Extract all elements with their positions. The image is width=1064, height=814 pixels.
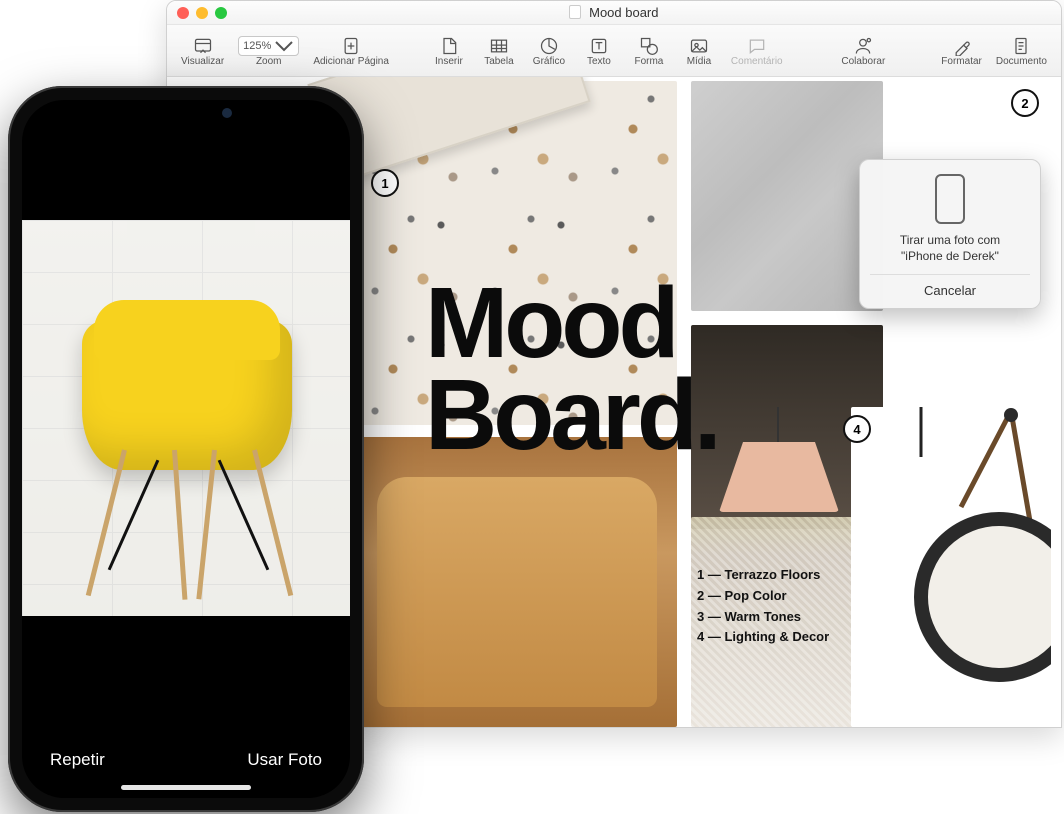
window-controls — [167, 7, 227, 19]
minimize-window-button[interactable] — [196, 7, 208, 19]
phone-icon — [935, 174, 965, 224]
retake-button[interactable]: Repetir — [50, 750, 105, 770]
camera-action-bar: Repetir Usar Foto — [22, 750, 350, 770]
add-page-button[interactable]: Adicionar Página — [307, 32, 395, 69]
text-button[interactable]: Texto — [575, 32, 623, 69]
image-mirror-lamp[interactable] — [851, 407, 1051, 727]
add-page-label: Adicionar Página — [313, 56, 389, 67]
chart-label: Gráfico — [533, 56, 565, 67]
zoom-control[interactable]: 125% Zoom — [232, 32, 305, 69]
media-button[interactable]: Mídia — [675, 32, 723, 69]
comment-icon — [747, 36, 767, 56]
image-concrete[interactable] — [691, 81, 883, 311]
media-label: Mídia — [687, 56, 711, 67]
document-label: Documento — [996, 56, 1047, 67]
collaborate-button[interactable]: Colaborar — [835, 32, 891, 69]
titlebar: Mood board — [167, 1, 1061, 25]
text-label: Texto — [587, 56, 611, 67]
insert-label: Inserir — [435, 56, 463, 67]
document-button[interactable]: Documento — [990, 32, 1053, 69]
table-button[interactable]: Tabela — [475, 32, 523, 69]
zoom-value: 125% — [243, 40, 271, 52]
format-button[interactable]: Formatar — [935, 32, 988, 69]
legend-item: 2 — Pop Color — [697, 586, 829, 607]
document-icon — [569, 5, 581, 19]
toolbar: Visualizar 125% Zoom Adicionar Página In… — [167, 25, 1061, 77]
text-icon — [589, 36, 609, 56]
insert-icon — [439, 36, 459, 56]
legend-list[interactable]: 1 — Terrazzo Floors 2 — Pop Color 3 — Wa… — [697, 565, 829, 648]
chevron-down-icon — [274, 36, 294, 56]
media-icon — [689, 36, 709, 56]
zoom-label: Zoom — [256, 56, 282, 67]
table-label: Tabela — [484, 56, 513, 67]
table-icon — [489, 36, 509, 56]
zoom-dropdown[interactable]: 125% — [238, 36, 299, 56]
legend-item: 3 — Warm Tones — [697, 607, 829, 628]
callout-badge-2[interactable]: 2 — [1011, 89, 1039, 117]
view-button[interactable]: Visualizar — [175, 32, 230, 69]
iphone-device: Repetir Usar Foto — [8, 86, 364, 812]
collaborate-icon — [853, 36, 873, 56]
format-label: Formatar — [941, 56, 982, 67]
chart-icon — [539, 36, 559, 56]
popover-message: Tirar uma foto com "iPhone de Derek" — [870, 232, 1030, 274]
shape-label: Forma — [634, 56, 663, 67]
collaborate-label: Colaborar — [841, 56, 885, 67]
zoom-window-button[interactable] — [215, 7, 227, 19]
legend-item: 4 — Lighting & Decor — [697, 627, 829, 648]
document-settings-icon — [1011, 36, 1031, 56]
title-line2: Board. — [425, 359, 718, 471]
chart-button[interactable]: Gráfico — [525, 32, 573, 69]
shape-icon — [639, 36, 659, 56]
use-photo-button[interactable]: Usar Foto — [247, 750, 322, 770]
window-title: Mood board — [167, 5, 1061, 20]
format-icon — [952, 36, 972, 56]
window-title-text: Mood board — [589, 5, 658, 20]
continuity-camera-popover: Tirar uma foto com "iPhone de Derek" Can… — [859, 159, 1041, 309]
home-indicator[interactable] — [121, 785, 251, 790]
photo-subject-chair — [62, 280, 322, 600]
legend-item: 1 — Terrazzo Floors — [697, 565, 829, 586]
iphone-notch — [106, 100, 266, 128]
shape-button[interactable]: Forma — [625, 32, 673, 69]
cancel-button[interactable]: Cancelar — [870, 274, 1030, 308]
insert-button[interactable]: Inserir — [425, 32, 473, 69]
callout-badge-4[interactable]: 4 — [843, 415, 871, 443]
comment-button: Comentário — [725, 32, 789, 69]
comment-label: Comentário — [731, 56, 783, 67]
camera-capture-preview[interactable] — [22, 220, 350, 616]
iphone-screen: Repetir Usar Foto — [22, 100, 350, 798]
plus-page-icon — [341, 36, 361, 56]
view-icon — [193, 36, 213, 56]
callout-badge-1[interactable]: 1 — [371, 169, 399, 197]
image-sofa[interactable] — [357, 437, 677, 727]
view-label: Visualizar — [181, 56, 224, 67]
document-title[interactable]: Mood Board. — [425, 277, 718, 461]
close-window-button[interactable] — [177, 7, 189, 19]
